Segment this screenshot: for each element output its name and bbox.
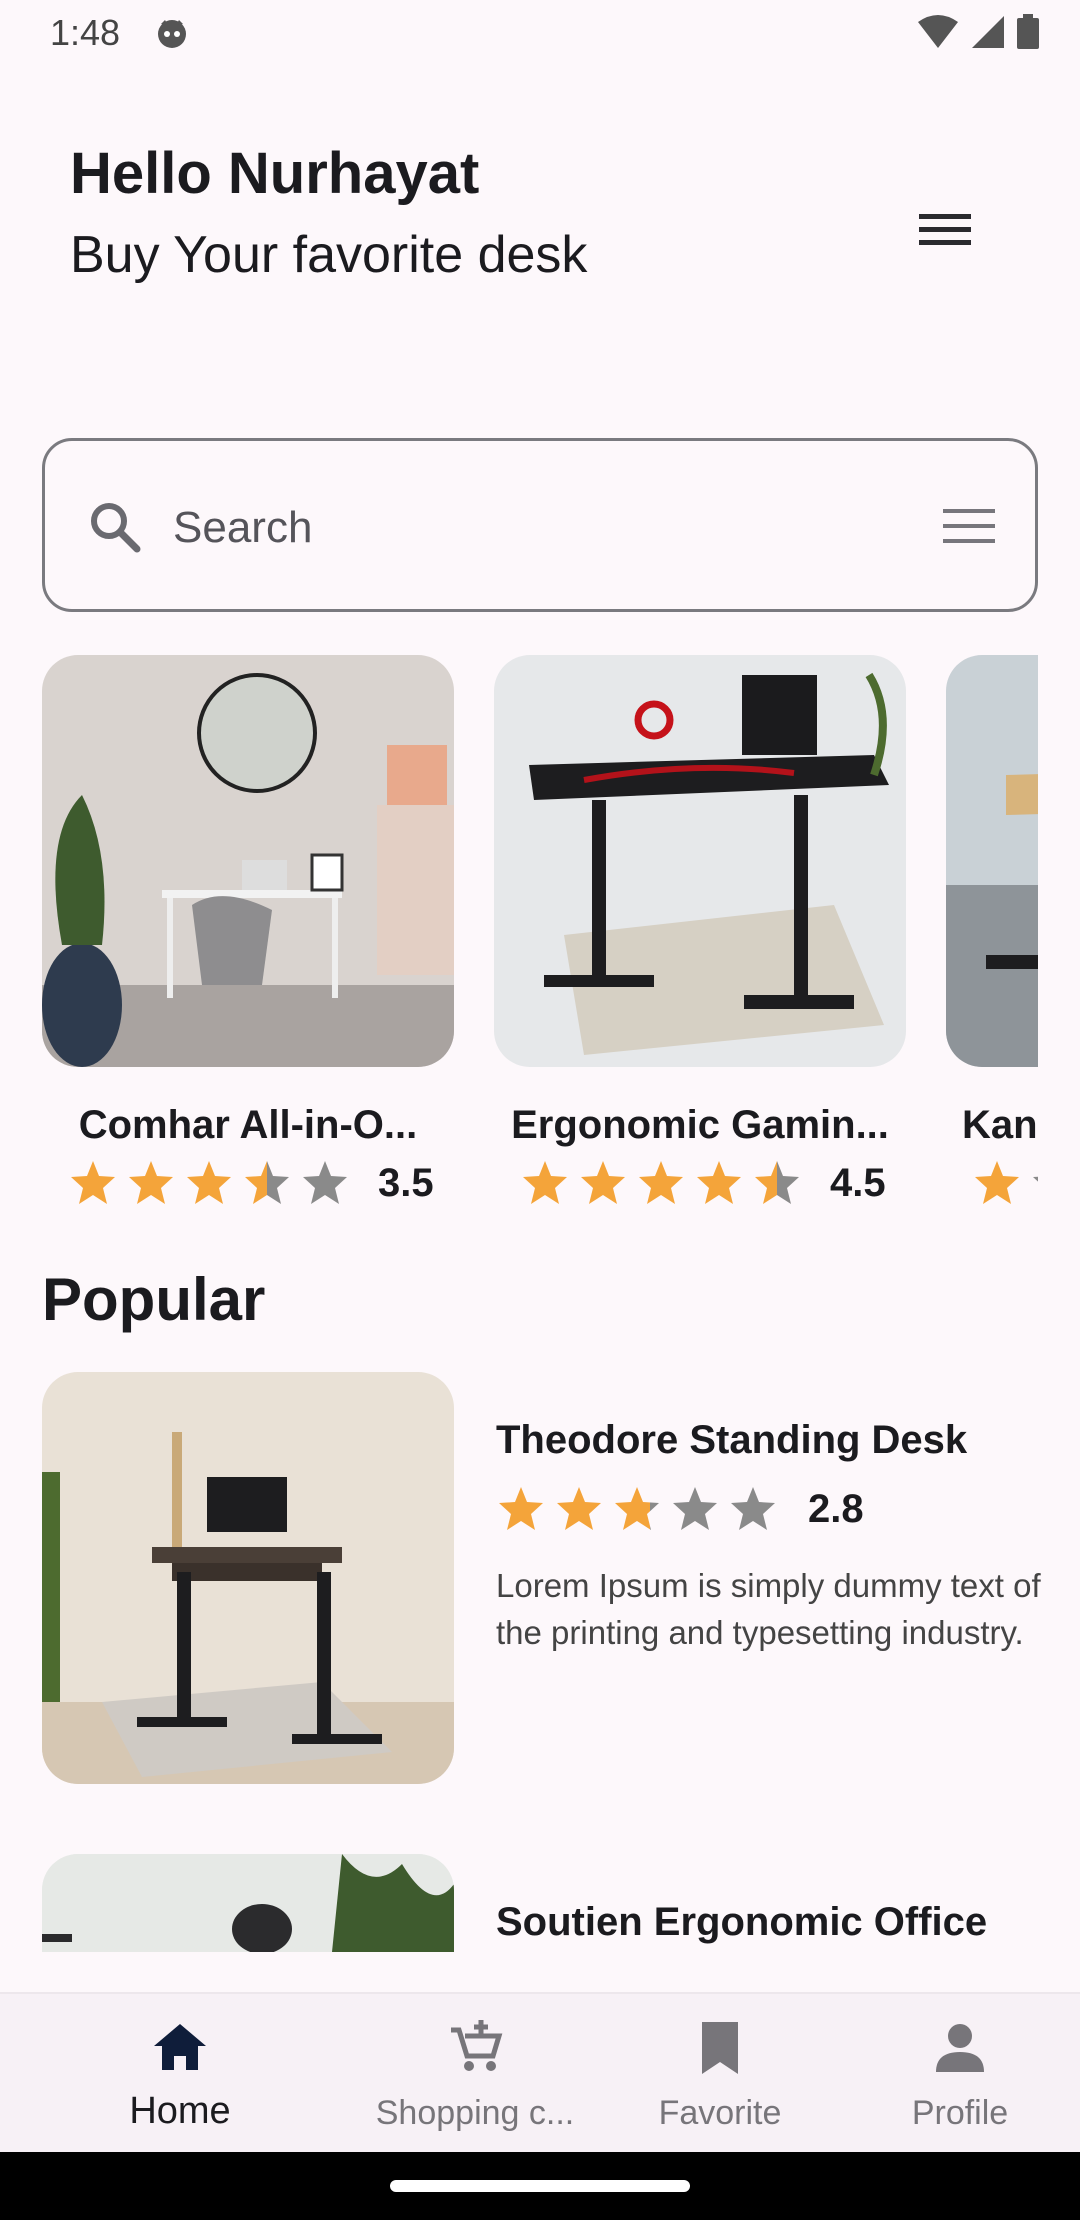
- product-image: [42, 1372, 454, 1784]
- status-time: 1:48: [50, 12, 121, 53]
- star-filled-icon: [71, 1161, 115, 1204]
- popular-list[interactable]: Theodore Standing Desk 2.8 Lorem Ipsum i…: [0, 1360, 1080, 1952]
- star-filled-icon: [697, 1161, 741, 1204]
- product-title: Kan: [962, 1103, 1038, 1147]
- search-input[interactable]: [173, 483, 813, 573]
- home-gesture-handle[interactable]: [390, 2180, 690, 2192]
- system-navigation-bar: [0, 2152, 1080, 2220]
- star-rating: [972, 1158, 1038, 1208]
- popular-item[interactable]: Soutien Ergonomic Office: [42, 1854, 1038, 1952]
- product-image: [42, 1854, 454, 1952]
- menu-button[interactable]: [900, 200, 990, 260]
- star-rating: [68, 1158, 350, 1208]
- battery-icon: [1017, 14, 1039, 49]
- star-filled-icon: [523, 1161, 567, 1204]
- star-filled-icon: [581, 1161, 625, 1204]
- star-empty-icon: [1033, 1176, 1038, 1182]
- rating-row: 4.5: [520, 1155, 886, 1211]
- star-filled-icon: [499, 1487, 543, 1530]
- nav-label: Profile: [911, 2094, 1009, 2132]
- rating-row: [972, 1155, 1038, 1211]
- star-empty-icon: [731, 1487, 775, 1530]
- rating-value: 4.5: [830, 1160, 886, 1205]
- greeting-text: Hello Nurhayat: [70, 141, 480, 206]
- nav-item-home[interactable]: Home: [80, 1994, 280, 2154]
- nav-label: Home: [129, 2090, 231, 2132]
- star-half-icon: [245, 1161, 289, 1204]
- star-rating: [520, 1158, 802, 1208]
- featured-card[interactable]: Comhar All-in-O... 3.5: [42, 655, 454, 1215]
- cart-add-icon: [451, 2020, 503, 2071]
- nav-item-favorite[interactable]: Favorite: [620, 1994, 820, 2154]
- star-filled-icon: [639, 1161, 683, 1204]
- nav-label: Shopping c...: [375, 2094, 575, 2132]
- star-empty-icon: [303, 1161, 347, 1204]
- person-icon: [936, 2024, 984, 2072]
- rating-row: 3.5: [68, 1155, 434, 1211]
- product-title: Ergonomic Gamin...: [511, 1103, 889, 1147]
- popular-item[interactable]: Theodore Standing Desk 2.8 Lorem Ipsum i…: [42, 1372, 1041, 1784]
- rating-value: 2.8: [808, 1486, 864, 1531]
- star-filled-icon: [187, 1161, 231, 1204]
- filter-list-icon[interactable]: [939, 501, 999, 551]
- product-image: [494, 655, 906, 1067]
- product-title: Theodore Standing Desk: [496, 1418, 968, 1462]
- product-title: Soutien Ergonomic Office: [496, 1900, 988, 1944]
- subtitle-text: Buy Your favorite desk: [70, 226, 588, 284]
- section-title-popular: Popular: [42, 1266, 266, 1333]
- bookmark-icon: [702, 2022, 738, 2074]
- rating-value: 3.5: [378, 1160, 434, 1205]
- star-rating: [496, 1484, 778, 1534]
- star-empty-icon: [673, 1487, 717, 1530]
- product-image: [946, 655, 1038, 1067]
- product-title: Comhar All-in-O...: [78, 1103, 418, 1147]
- notification-app-icon: [158, 20, 186, 48]
- featured-carousel[interactable]: Comhar All-in-O... 3.5 Ergonomic Gamin..…: [42, 655, 1038, 1215]
- star-half-icon: [615, 1487, 659, 1530]
- search-icon: [91, 503, 141, 553]
- status-bar: 1:48: [0, 0, 1080, 64]
- star-filled-icon: [975, 1161, 1019, 1204]
- nav-label: Favorite: [658, 2094, 782, 2132]
- star-filled-icon: [129, 1161, 173, 1204]
- bottom-navigation: Home Shopping c... Favorite Profile: [0, 1992, 1080, 2152]
- nav-item-profile[interactable]: Profile: [860, 1994, 1060, 2154]
- screen: 1:48 Hello Nurhayat Buy Your favorite de…: [0, 0, 1080, 2220]
- hamburger-menu-icon: [919, 214, 971, 245]
- search-bar[interactable]: [42, 438, 1038, 612]
- featured-card[interactable]: Ergonomic Gamin... 4.5: [494, 655, 906, 1215]
- product-description: Lorem Ipsum is simply dummy text of the …: [496, 1567, 1041, 1651]
- status-icons: [916, 14, 1040, 50]
- star-filled-icon: [557, 1487, 601, 1530]
- nav-item-shopping-cart[interactable]: Shopping c...: [360, 1994, 590, 2154]
- star-half-icon: [755, 1161, 799, 1204]
- signal-icon: [972, 16, 1004, 48]
- home-icon: [154, 2024, 206, 2070]
- rating-row: 2.8: [496, 1484, 864, 1534]
- product-image: [42, 655, 454, 1067]
- featured-card[interactable]: Kan: [946, 655, 1038, 1215]
- wifi-icon: [918, 15, 958, 48]
